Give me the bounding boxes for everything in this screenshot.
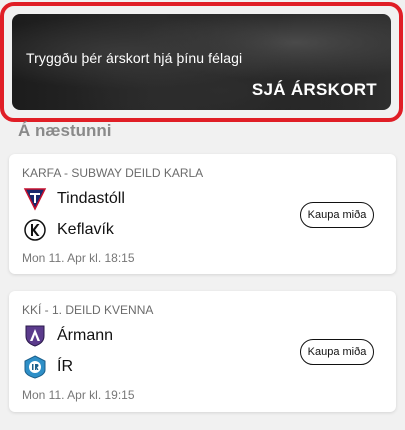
away-team: ÍR [23,355,73,379]
season-pass-banner-highlight: Tryggðu þér árskort hjá þínu félagi SJÁ … [0,2,403,122]
home-team-name: Tindastóll [57,190,125,207]
season-pass-banner[interactable]: Tryggðu þér árskort hjá þínu félagi SJÁ … [12,14,391,110]
armann-logo-icon [23,324,47,348]
buy-ticket-button[interactable]: Kaupa miða [300,202,374,228]
game-card: KKÍ - 1. DEILD KVENNA Ármann ÍR Mon 11. … [9,291,396,412]
home-team: Tindastóll [23,187,125,211]
game-date: Mon 11. Apr kl. 18:15 [22,251,135,265]
ir-logo-icon [23,355,47,379]
buy-ticket-button[interactable]: Kaupa miða [300,339,374,365]
home-team-name: Ármann [57,327,114,344]
banner-text: Tryggðu þér árskort hjá þínu félagi [26,50,243,66]
home-team: Ármann [23,324,113,348]
game-date: Mon 11. Apr kl. 19:15 [22,388,135,402]
away-team-name: ÍR [57,358,73,375]
league-label: KARFA - SUBWAY DEILD KARLA [22,166,204,180]
section-title: Á næstunni [18,121,112,140]
game-card: KARFA - SUBWAY DEILD KARLA Tindastóll Ke… [9,154,396,274]
away-team: Keflavík [23,218,114,242]
away-team-name: Keflavík [57,221,114,238]
tindastoll-logo-icon [23,187,47,211]
league-label: KKÍ - 1. DEILD KVENNA [22,303,154,317]
keflavik-logo-icon [23,218,47,242]
see-season-pass-button[interactable]: SJÁ ÁRSKORT [252,80,377,100]
